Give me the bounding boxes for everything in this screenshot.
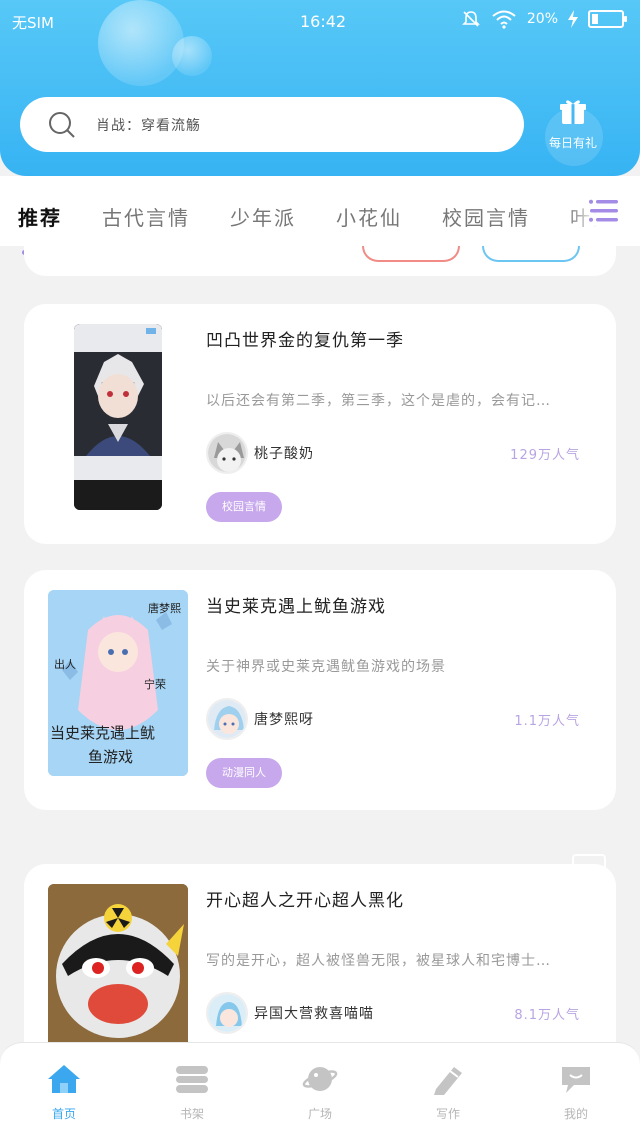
popularity-count: 129万人气 [510, 448, 580, 463]
popularity-count: 8.1万人气 [514, 1008, 580, 1023]
nav-label: 广场 [307, 1107, 332, 1121]
app-root: 无SIM 16:42 20% 肖战：穿看流觞 每日有礼 推荐 古代言情 少年派 … [0, 0, 640, 1138]
book-cover[interactable] [48, 884, 188, 1042]
genre-tag[interactable]: 动漫同人 [206, 758, 282, 788]
nav-bookshelf[interactable]: 书架 [142, 1063, 242, 1122]
nav-write[interactable]: 写作 [398, 1063, 498, 1122]
tab-youth[interactable]: 少年派 [230, 202, 296, 231]
menu-icon [589, 199, 618, 222]
tab-campus-romance[interactable]: 校园言情 [442, 202, 530, 231]
book-card[interactable]: 凹凸世界金的复仇第一季 以后还会有第二季，第三季，这个是虐的，会有记… 桃子酸奶… [24, 304, 616, 544]
avatar [206, 698, 248, 740]
category-menu-button[interactable] [568, 176, 640, 246]
tab-recommend[interactable]: 推荐 [18, 202, 62, 231]
nav-label: 我的 [563, 1107, 588, 1121]
charging-icon [568, 10, 578, 28]
book-cover[interactable] [74, 324, 162, 510]
clock: 16:42 [300, 12, 347, 31]
header: 无SIM 16:42 20% 肖战：穿看流觞 每日有礼 [0, 0, 640, 176]
category-tabs: 推荐 古代言情 少年派 小花仙 校园言情 叶罗 [0, 176, 640, 246]
daily-gift-button[interactable]: 每日有礼 [540, 98, 606, 158]
book-author[interactable]: 桃子酸奶 [206, 432, 314, 474]
battery-icon [588, 10, 627, 28]
nav-label: 首页 [51, 1107, 76, 1121]
book-author[interactable]: 异国大营救喜喵喵 [206, 992, 374, 1034]
gift-icon [560, 100, 586, 124]
search-icon [49, 111, 75, 138]
book-card[interactable]: 唐梦熙 出人 宁荣 当史莱克遇上鱿 鱼游戏 当史莱克遇上鱿鱼游戏 关于神界或史莱… [24, 570, 616, 810]
cover-text: 唐梦熙 [148, 601, 181, 615]
book-description: 关于神界或史莱克遇鱿鱼游戏的场景 [206, 659, 446, 675]
planet-icon [302, 1067, 338, 1091]
nav-label: 书架 [179, 1107, 204, 1121]
tab-little-flower-fairy[interactable]: 小花仙 [336, 202, 402, 231]
nav-home[interactable]: 首页 [14, 1063, 114, 1122]
cover-text: 出人 [54, 657, 76, 671]
cover-image: 唐梦熙 出人 宁荣 当史莱克遇上鱿 鱼游戏 [48, 590, 188, 776]
book-cover[interactable]: 唐梦熙 出人 宁荣 当史莱克遇上鱿 鱼游戏 [48, 590, 188, 776]
card-action-button[interactable] [482, 246, 580, 262]
cover-text: 当史莱克遇上鱿 [50, 724, 155, 742]
search-placeholder: 肖战：穿看流觞 [96, 117, 201, 134]
status-icons: 20% [461, 9, 627, 29]
genre-tag[interactable]: 校园言情 [206, 492, 282, 522]
bottom-navigation: 首页 书架 广场 写作 我的 [0, 1042, 640, 1138]
avatar [206, 432, 248, 474]
author-name: 异国大营救喜喵喵 [254, 1006, 374, 1022]
card-action-button[interactable] [362, 246, 460, 262]
cover-image [74, 324, 162, 510]
search-bar[interactable]: 肖战：穿看流觞 [20, 97, 524, 152]
book-feed[interactable]: 凹凸世界金的复仇第一季 以后还会有第二季，第三季，这个是虐的，会有记… 桃子酸奶… [0, 246, 640, 1042]
battery-percent: 20% [526, 11, 558, 27]
author-name: 唐梦熙呀 [254, 712, 314, 728]
book-description: 写的是开心，超人被怪兽无限，被星球人和宅博士… [206, 953, 551, 969]
cover-text: 宁荣 [144, 677, 166, 691]
home-icon [48, 1065, 80, 1093]
nav-square[interactable]: 广场 [270, 1063, 370, 1122]
cover-image [48, 884, 188, 1042]
book-author[interactable]: 唐梦熙呀 [206, 698, 314, 740]
tab-ancient-romance[interactable]: 古代言情 [102, 202, 190, 231]
popularity-count: 1.1万人气 [514, 714, 580, 729]
previous-card[interactable] [24, 246, 616, 276]
book-description: 以后还会有第二季，第三季，这个是虐的，会有记… [206, 393, 551, 409]
book-title[interactable]: 凹凸世界金的复仇第一季 [206, 326, 404, 351]
nav-label: 写作 [435, 1107, 460, 1121]
daily-gift-label: 每日有礼 [548, 136, 597, 150]
pen-icon [434, 1067, 462, 1095]
book-title[interactable]: 当史莱克遇上鱿鱼游戏 [206, 592, 386, 617]
avatar [206, 992, 248, 1034]
carrier-label: 无SIM [12, 14, 54, 32]
mute-icon [461, 11, 480, 27]
book-card[interactable]: 开心超人之开心超人黑化 写的是开心，超人被怪兽无限，被星球人和宅博士… 异国大营… [24, 864, 616, 1042]
chat-bubble-icon [562, 1067, 590, 1093]
bookshelf-icon [176, 1066, 208, 1093]
wifi-icon [492, 10, 516, 29]
nav-me[interactable]: 我的 [526, 1063, 626, 1122]
book-title[interactable]: 开心超人之开心超人黑化 [206, 886, 404, 911]
author-name: 桃子酸奶 [254, 446, 314, 462]
cover-text: 鱼游戏 [88, 748, 133, 766]
status-bar: 无SIM 16:42 20% [0, 0, 640, 44]
